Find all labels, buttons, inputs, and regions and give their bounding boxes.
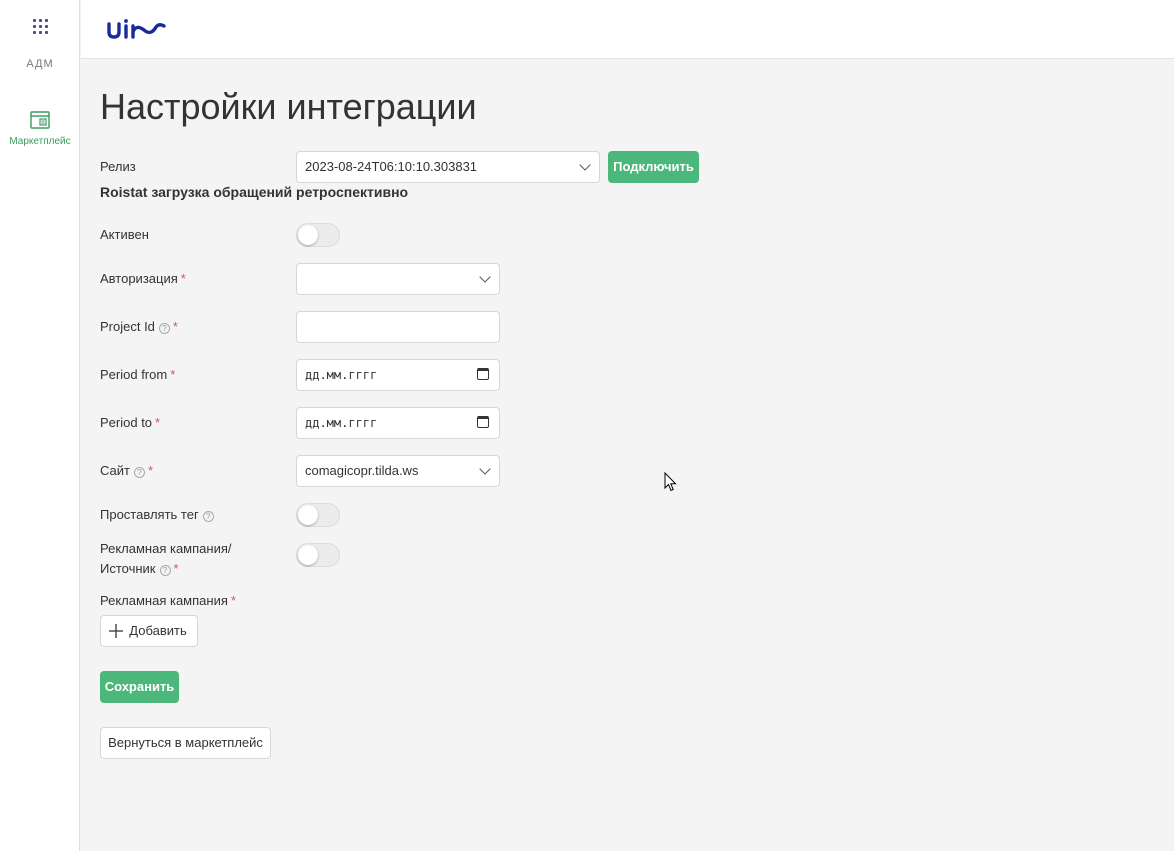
chevron-down-icon bbox=[579, 159, 591, 171]
period-from-label: Period from * bbox=[100, 367, 176, 382]
adm-label: АДМ bbox=[26, 58, 54, 70]
uis-logo[interactable] bbox=[106, 18, 166, 40]
sidebar: АДМ Маркетплейс bbox=[0, 0, 80, 851]
chevron-down-icon bbox=[479, 463, 491, 475]
authorization-label: Авторизация * bbox=[100, 271, 186, 286]
set-tag-label: Проставлять тег? bbox=[100, 505, 214, 525]
marketplace-icon[interactable] bbox=[30, 111, 50, 129]
project-id-label: Project Id? * bbox=[100, 319, 178, 334]
campaign-source-label: Рекламная кампания/ Источник? * bbox=[100, 541, 232, 576]
site-label: Сайт? * bbox=[100, 463, 154, 478]
help-icon[interactable]: ? bbox=[202, 511, 214, 522]
chevron-down-icon bbox=[479, 271, 491, 283]
period-to-label: Period to * bbox=[100, 415, 161, 430]
release-label: Релиз bbox=[100, 159, 136, 174]
set-tag-toggle[interactable] bbox=[296, 503, 340, 527]
help-icon[interactable]: ? bbox=[133, 467, 145, 478]
help-icon[interactable]: ? bbox=[159, 565, 171, 576]
calendar-icon[interactable] bbox=[477, 368, 489, 380]
save-button[interactable]: Сохранить bbox=[100, 671, 179, 703]
authorization-select[interactable] bbox=[296, 263, 500, 295]
connect-button[interactable]: Подключить bbox=[608, 151, 699, 183]
page-title: Настройки интеграции bbox=[100, 86, 477, 127]
active-label: Активен bbox=[100, 227, 149, 242]
active-toggle[interactable] bbox=[296, 223, 340, 247]
campaign-source-toggle[interactable] bbox=[296, 543, 340, 567]
mouse-cursor-icon bbox=[664, 472, 677, 492]
section-title: Roistat загрузка обращений ретроспективн… bbox=[100, 184, 409, 200]
release-select[interactable]: 2023-08-24T06:10:10.303831 bbox=[296, 151, 600, 183]
back-to-marketplace-button[interactable]: Вернуться в маркетплейс bbox=[100, 727, 271, 759]
help-icon[interactable]: ? bbox=[158, 323, 170, 334]
site-select[interactable]: comagicopr.tilda.ws bbox=[296, 455, 500, 487]
apps-grid-icon[interactable] bbox=[33, 19, 48, 34]
calendar-icon[interactable] bbox=[477, 416, 489, 428]
period-from-input[interactable]: дд.мм.гггг bbox=[296, 359, 500, 391]
project-id-input[interactable] bbox=[296, 311, 500, 343]
release-value: 2023-08-24T06:10:10.303831 bbox=[305, 159, 478, 174]
header bbox=[81, 0, 1174, 59]
campaign-label: Рекламная кампания * bbox=[100, 593, 236, 608]
period-to-input[interactable]: дд.мм.гггг bbox=[296, 407, 500, 439]
sidebar-item-marketplace[interactable]: Маркетплейс bbox=[0, 136, 80, 147]
add-campaign-button[interactable]: Добавить bbox=[100, 615, 198, 647]
plus-icon bbox=[109, 624, 123, 638]
